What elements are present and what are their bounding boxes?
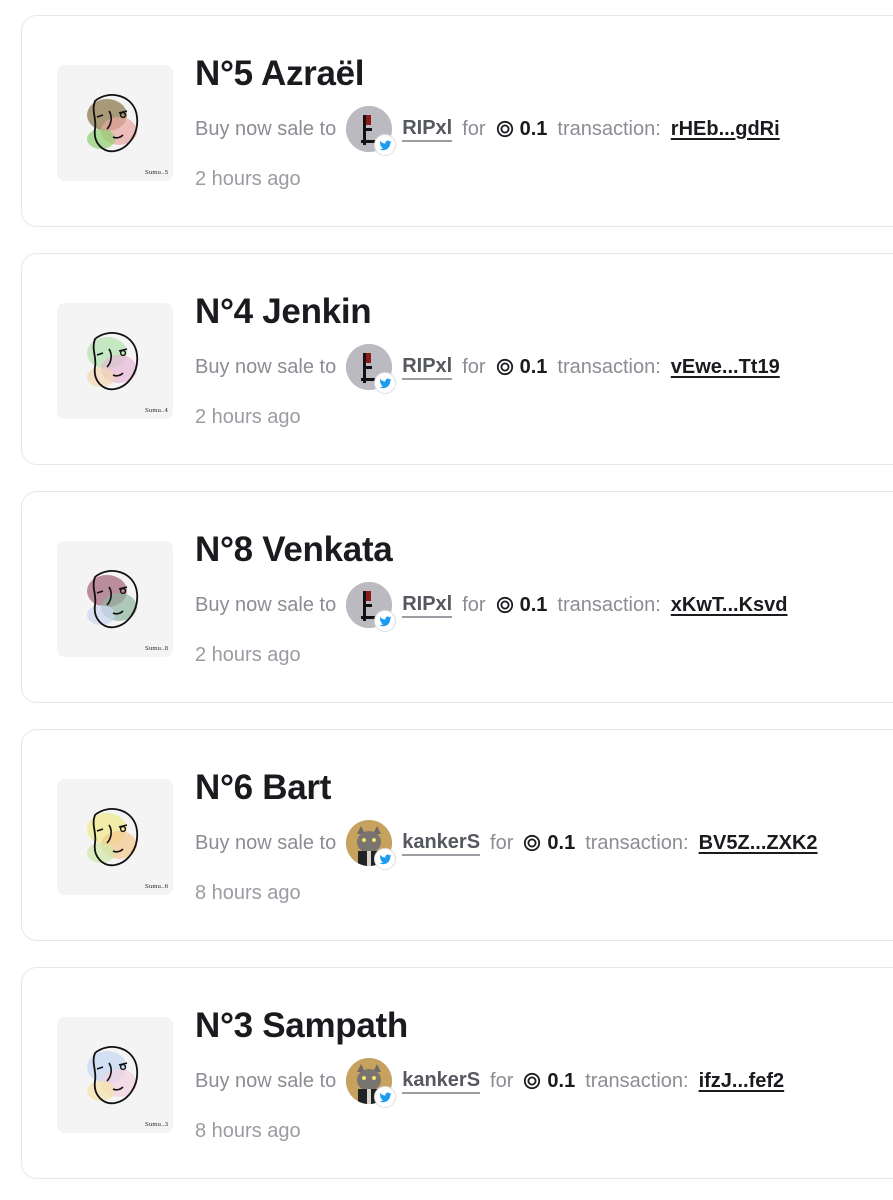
sale-type-label: Buy now sale to <box>195 117 337 140</box>
for-label: for <box>490 1069 514 1092</box>
sales-feed: Sumu..5 N°5 Azraël Buy now sale to RIPxl… <box>0 0 893 1200</box>
for-label: for <box>462 593 486 616</box>
coin-icon <box>523 1072 541 1090</box>
svg-text:Sumu..4: Sumu..4 <box>145 408 169 414</box>
buyer-avatar[interactable] <box>346 106 397 156</box>
transaction-label: transaction: <box>585 831 689 854</box>
artwork-title[interactable]: N°3 Sampath <box>195 1006 408 1046</box>
coin-icon <box>496 596 514 614</box>
transaction-label: transaction: <box>557 355 661 378</box>
twitter-verified-icon <box>374 848 397 870</box>
sale-details: Buy now sale to RIPxl for 0.1 transactio… <box>195 342 780 394</box>
sale-card[interactable]: Sumu..5 N°5 Azraël Buy now sale to RIPxl… <box>21 15 893 227</box>
svg-text:Sumu..3: Sumu..3 <box>145 1122 169 1128</box>
sale-type-label: Buy now sale to <box>195 831 337 854</box>
artwork-thumbnail[interactable]: Sumu..8 <box>57 541 173 657</box>
price-value: 0.1 <box>547 1069 576 1092</box>
artwork-thumbnail[interactable]: Sumu..3 <box>57 1017 173 1133</box>
buyer-username-link[interactable]: RIPxl <box>402 117 453 142</box>
for-label: for <box>462 355 486 378</box>
price-value: 0.1 <box>519 593 548 616</box>
artwork-thumbnail[interactable]: Sumu..5 <box>57 65 173 181</box>
sale-card[interactable]: Sumu..8 N°8 Venkata Buy now sale to RIPx… <box>21 491 893 703</box>
timestamp: 2 hours ago <box>195 168 301 190</box>
sale-details: Buy now sale to kankerS for 0.1 transact… <box>195 818 818 870</box>
timestamp: 8 hours ago <box>195 1120 301 1142</box>
transaction-label: transaction: <box>557 117 661 140</box>
timestamp: 8 hours ago <box>195 882 301 904</box>
transaction-link[interactable]: vEwe...Tt19 <box>671 356 780 379</box>
coin-icon <box>496 358 514 376</box>
price-value: 0.1 <box>519 355 548 378</box>
transaction-label: transaction: <box>557 593 661 616</box>
buyer-avatar[interactable] <box>346 344 397 394</box>
artwork-thumbnail[interactable]: Sumu..4 <box>57 303 173 419</box>
buyer-avatar[interactable] <box>346 820 397 870</box>
sale-type-label: Buy now sale to <box>195 593 337 616</box>
buyer-avatar[interactable] <box>346 582 397 632</box>
twitter-verified-icon <box>374 1086 397 1108</box>
transaction-link[interactable]: rHEb...gdRi <box>671 118 780 141</box>
sale-details: Buy now sale to RIPxl for 0.1 transactio… <box>195 104 780 156</box>
twitter-verified-icon <box>374 134 397 156</box>
svg-text:Sumu..5: Sumu..5 <box>145 170 169 176</box>
sale-card[interactable]: Sumu..3 N°3 Sampath Buy now sale to kank… <box>21 967 893 1179</box>
transaction-label: transaction: <box>585 1069 689 1092</box>
transaction-link[interactable]: BV5Z...ZXK2 <box>699 832 818 855</box>
for-label: for <box>462 117 486 140</box>
sale-card[interactable]: Sumu..6 N°6 Bart Buy now sale to kankerS… <box>21 729 893 941</box>
twitter-verified-icon <box>374 610 397 632</box>
sale-details: Buy now sale to RIPxl for 0.1 transactio… <box>195 580 788 632</box>
buyer-username-link[interactable]: RIPxl <box>402 355 453 380</box>
transaction-link[interactable]: ifzJ...fef2 <box>699 1070 785 1093</box>
buyer-avatar[interactable] <box>346 1058 397 1108</box>
buyer-username-link[interactable]: kankerS <box>402 831 481 856</box>
for-label: for <box>490 831 514 854</box>
timestamp: 2 hours ago <box>195 644 301 666</box>
twitter-verified-icon <box>374 372 397 394</box>
coin-icon <box>523 834 541 852</box>
sale-type-label: Buy now sale to <box>195 1069 337 1092</box>
artwork-title[interactable]: N°5 Azraël <box>195 54 365 94</box>
artwork-title[interactable]: N°6 Bart <box>195 768 331 808</box>
svg-text:Sumu..6: Sumu..6 <box>145 884 169 890</box>
transaction-link[interactable]: xKwT...Ksvd <box>671 594 788 617</box>
timestamp: 2 hours ago <box>195 406 301 428</box>
sale-card[interactable]: Sumu..4 N°4 Jenkin Buy now sale to RIPxl… <box>21 253 893 465</box>
svg-text:Sumu..8: Sumu..8 <box>145 646 169 652</box>
price-value: 0.1 <box>547 831 576 854</box>
artwork-title[interactable]: N°8 Venkata <box>195 530 393 570</box>
coin-icon <box>496 120 514 138</box>
sale-details: Buy now sale to kankerS for 0.1 transact… <box>195 1056 785 1108</box>
buyer-username-link[interactable]: kankerS <box>402 1069 481 1094</box>
price-value: 0.1 <box>519 117 548 140</box>
artwork-thumbnail[interactable]: Sumu..6 <box>57 779 173 895</box>
artwork-title[interactable]: N°4 Jenkin <box>195 292 372 332</box>
buyer-username-link[interactable]: RIPxl <box>402 593 453 618</box>
sale-type-label: Buy now sale to <box>195 355 337 378</box>
